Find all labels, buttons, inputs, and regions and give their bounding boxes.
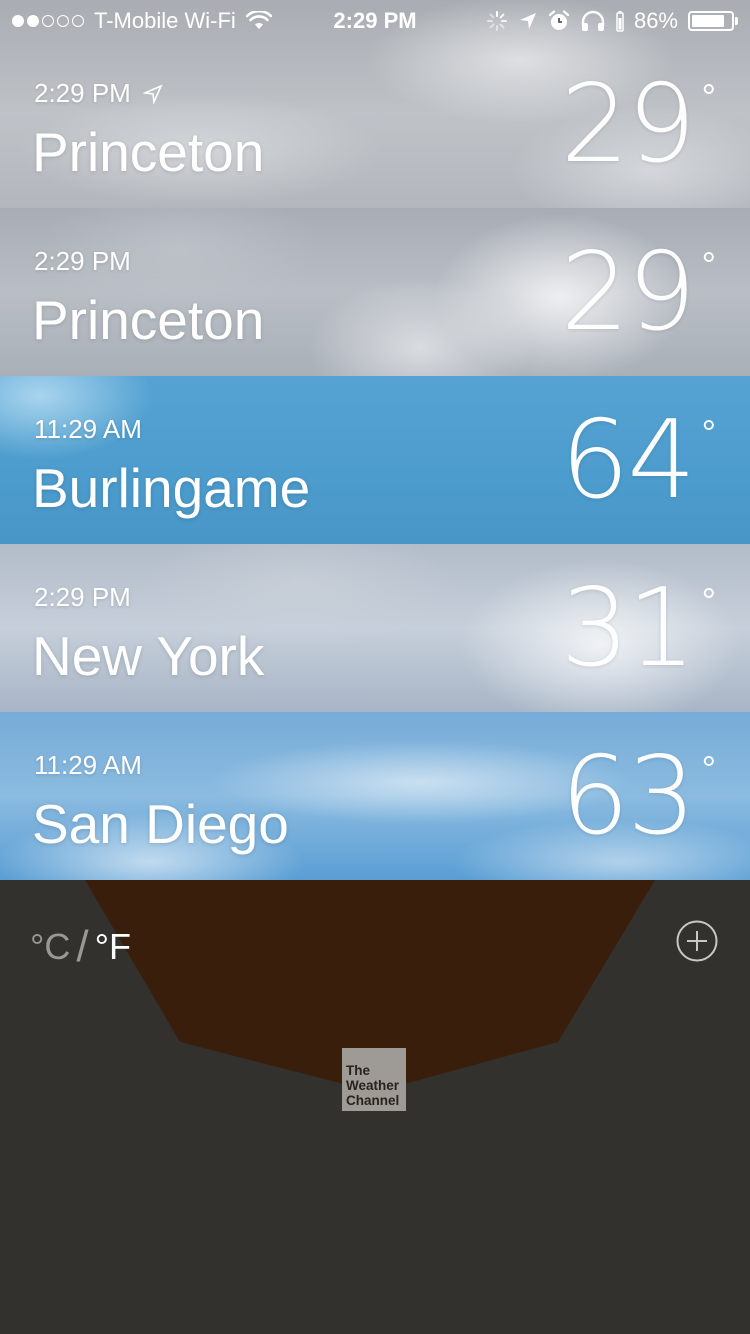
- unit-separator: /: [76, 922, 89, 971]
- temperature-value: 29: [560, 230, 696, 355]
- temperature-value: 64: [560, 398, 696, 523]
- weather-channel-logo[interactable]: The Weather Channel: [342, 1048, 406, 1111]
- city-local-time: 2:29 PM: [34, 78, 131, 108]
- status-bar: T-Mobile Wi-Fi 2:29 PM 86%: [0, 0, 750, 40]
- city-row-burlingame[interactable]: 11:29 AM Burlingame 64 °: [0, 376, 750, 544]
- city-local-time: 11:29 AM: [34, 750, 142, 780]
- city-temperature: 64: [560, 398, 696, 523]
- temperature-value: 29: [560, 62, 696, 187]
- location-arrow-icon: [142, 83, 163, 104]
- city-local-time-row: 11:29 AM: [34, 414, 142, 445]
- temperature-value: 31: [560, 566, 696, 691]
- city-temperature: 63: [560, 734, 696, 859]
- status-bar-right: 86%: [486, 8, 738, 34]
- alarm-icon: [548, 10, 570, 30]
- celsius-option[interactable]: °C: [30, 926, 70, 968]
- city-name: Burlingame: [32, 457, 311, 519]
- degree-symbol: °: [701, 76, 716, 117]
- city-local-time-row: 2:29 PM: [34, 582, 131, 613]
- battery-body: [688, 11, 734, 31]
- city-name: New York: [32, 625, 265, 687]
- temperature-unit-toggle[interactable]: °C / °F: [30, 922, 131, 972]
- fahrenheit-option[interactable]: °F: [95, 926, 131, 968]
- activity-spinner-icon: [486, 11, 507, 31]
- city-name: Princeton: [32, 289, 265, 351]
- city-temperature: 29: [560, 230, 696, 355]
- city-local-time: 2:29 PM: [34, 582, 131, 612]
- battery-icon: [688, 11, 738, 31]
- city-local-time-row: 2:29 PM: [34, 246, 131, 277]
- city-local-time-row: 2:29 PM: [34, 78, 163, 109]
- location-arrow-icon: [519, 13, 536, 29]
- city-temperature: 29: [560, 62, 696, 187]
- city-temperature: 31: [560, 566, 696, 691]
- battery-level-fill: [692, 15, 725, 27]
- plus-circle-icon[interactable]: [676, 920, 718, 962]
- logo-line: The: [346, 1063, 371, 1078]
- battery-cap: [735, 17, 738, 25]
- city-row-princeton[interactable]: 2:29 PM Princeton 29 °: [0, 208, 750, 376]
- city-local-time: 2:29 PM: [34, 246, 131, 276]
- temperature-value: 63: [560, 734, 696, 859]
- city-row-new-york[interactable]: 2:29 PM New York 31 °: [0, 544, 750, 712]
- city-name: San Diego: [32, 793, 289, 855]
- city-name: Princeton: [32, 121, 265, 183]
- weather-app-screen: T-Mobile Wi-Fi 2:29 PM 86% 2:29 PM Princ…: [0, 0, 750, 1334]
- footer: °C / °F The Weather Channel: [0, 880, 750, 1334]
- city-list: 2:29 PM Princeton 29 ° 2:29 PM Princeton…: [0, 0, 750, 880]
- degree-symbol: °: [701, 748, 716, 789]
- city-local-time: 11:29 AM: [34, 414, 142, 444]
- city-local-time-row: 11:29 AM: [34, 750, 142, 781]
- degree-symbol: °: [701, 580, 716, 621]
- degree-symbol: °: [701, 244, 716, 285]
- logo-line: Weather: [346, 1078, 400, 1093]
- logo-line: Channel: [346, 1093, 400, 1108]
- city-row-san-diego[interactable]: 11:29 AM San Diego 63 °: [0, 712, 750, 880]
- headphones-icon: [581, 10, 605, 31]
- mini-battery-icon: [616, 11, 624, 32]
- battery-percent: 86%: [633, 8, 678, 33]
- degree-symbol: °: [701, 412, 716, 453]
